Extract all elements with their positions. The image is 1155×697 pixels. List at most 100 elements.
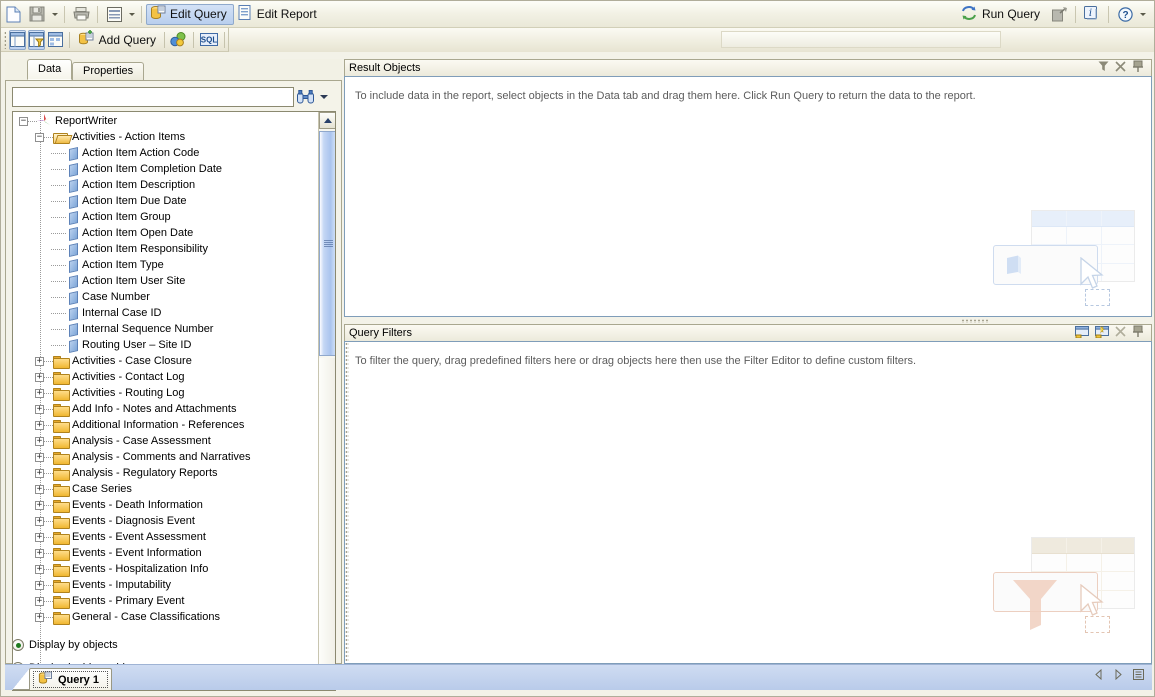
tree-node-folder[interactable]: + Analysis - Regulatory Reports: [13, 465, 318, 481]
tree-expander[interactable]: +: [35, 484, 44, 494]
tree-node-folder[interactable]: + Additional Information - References: [13, 417, 318, 433]
tree-node-object[interactable]: Action Item Description: [13, 177, 318, 193]
tree-node-folder[interactable]: + Events - Primary Event: [13, 593, 318, 609]
tree-node-folder[interactable]: + Events - Event Assessment: [13, 529, 318, 545]
tree-node-folder[interactable]: + Activities - Contact Log: [13, 369, 318, 385]
tree-expander[interactable]: +: [35, 596, 44, 606]
view-icon[interactable]: [103, 4, 125, 25]
tree-node-object[interactable]: Action Item User Site: [13, 273, 318, 289]
tree-node-folder[interactable]: + Events - Diagnosis Event: [13, 513, 318, 529]
query-filters-dropzone[interactable]: To filter the query, drag predefined fil…: [344, 341, 1152, 664]
tree-expander[interactable]: +: [35, 500, 44, 510]
tree-expander[interactable]: +: [35, 436, 44, 446]
show-query-filters-icon[interactable]: [28, 29, 46, 50]
pin-icon[interactable]: [1132, 325, 1145, 341]
close-query-icon[interactable]: [1048, 4, 1070, 25]
tree-expander[interactable]: +: [35, 564, 44, 574]
tab-data[interactable]: Data: [27, 59, 73, 80]
add-quick-filter-icon[interactable]: [1095, 324, 1109, 341]
tree-node-root[interactable]: − ReportWriter: [13, 113, 318, 129]
data-object-icon: [67, 259, 79, 271]
next-icon[interactable]: [1113, 668, 1124, 683]
chevron-down-icon[interactable]: [316, 87, 332, 107]
list-icon[interactable]: [1133, 669, 1144, 683]
tree-object-label: Internal Case ID: [82, 307, 162, 319]
scroll-up-button[interactable]: [319, 112, 335, 129]
tree-node-object[interactable]: Internal Sequence Number: [13, 321, 318, 337]
show-result-objects-icon[interactable]: [9, 29, 27, 50]
tree-node-folder[interactable]: + Add Info - Notes and Attachments: [13, 401, 318, 417]
info-icon[interactable]: i: [1081, 4, 1103, 25]
edit-query-button[interactable]: Edit Query: [146, 3, 234, 25]
previous-icon[interactable]: [1093, 668, 1104, 683]
tree-expander[interactable]: +: [35, 356, 44, 366]
binoculars-icon[interactable]: [294, 87, 316, 107]
tree-node-object[interactable]: Action Item Group: [13, 209, 318, 225]
tree-node-object[interactable]: Action Item Due Date: [13, 193, 318, 209]
tree-node-folder[interactable]: + Activities - Case Closure: [13, 353, 318, 369]
tree-node-folder[interactable]: − Activities - Action Items: [13, 129, 318, 145]
tree-expander[interactable]: +: [35, 548, 44, 558]
save-icon[interactable]: [26, 4, 48, 25]
tree-node-folder[interactable]: + Analysis - Case Assessment: [13, 433, 318, 449]
query-tab-query-1[interactable]: Query 1: [29, 668, 112, 690]
close-icon[interactable]: [1115, 61, 1126, 75]
pin-icon[interactable]: [1132, 60, 1145, 76]
tree-node-folder[interactable]: + Events - Imputability: [13, 577, 318, 593]
tab-properties[interactable]: Properties: [72, 62, 145, 80]
save-dropdown-arrow[interactable]: [49, 4, 60, 25]
tree-expander-root[interactable]: −: [19, 116, 28, 126]
tree-node-object[interactable]: Action Item Responsibility: [13, 241, 318, 257]
tree-expander[interactable]: +: [35, 516, 44, 526]
tree-node-folder[interactable]: + Case Series: [13, 481, 318, 497]
tree-expander[interactable]: +: [35, 420, 44, 430]
tree-node-folder[interactable]: + General - Case Classifications: [13, 609, 318, 625]
help-dropdown-arrow[interactable]: [1137, 4, 1148, 25]
scrollbar-track[interactable]: [319, 358, 335, 672]
tree-node-object[interactable]: Internal Case ID: [13, 305, 318, 321]
scrollbar-thumb[interactable]: [319, 131, 335, 356]
tree-expander[interactable]: +: [35, 452, 44, 462]
help-icon[interactable]: ?: [1114, 4, 1136, 25]
new-document-icon[interactable]: [2, 4, 24, 25]
tree-node-folder[interactable]: + Events - Death Information: [13, 497, 318, 513]
search-input[interactable]: [12, 87, 294, 107]
tree-expander[interactable]: +: [35, 372, 44, 382]
view-sql-icon[interactable]: SQL: [199, 30, 219, 50]
tree-expander[interactable]: +: [35, 388, 44, 398]
scope-of-analysis-icon[interactable]: [169, 30, 188, 50]
tree-node-folder[interactable]: + Activities - Routing Log: [13, 385, 318, 401]
tree-expander[interactable]: +: [35, 468, 44, 478]
tree-node-object[interactable]: Case Number: [13, 289, 318, 305]
add-filter-icon[interactable]: [1075, 325, 1089, 341]
tree-node-folder[interactable]: + Events - Hospitalization Info: [13, 561, 318, 577]
radio-display-by-objects[interactable]: Display by objects: [12, 635, 336, 655]
tree-node-folder[interactable]: + Events - Event Information: [13, 545, 318, 561]
show-data-preview-icon[interactable]: [47, 30, 64, 50]
print-icon[interactable]: [70, 4, 92, 25]
tree-expander-action-items[interactable]: −: [35, 132, 44, 142]
tree-node-object[interactable]: Action Item Action Code: [13, 145, 318, 161]
result-objects-dropzone[interactable]: To include data in the report, select ob…: [344, 76, 1152, 317]
filters-drag-handle[interactable]: [345, 342, 349, 663]
tree-node-object[interactable]: Action Item Open Date: [13, 225, 318, 241]
tree-node-object[interactable]: Routing User – Site ID: [13, 337, 318, 353]
close-icon[interactable]: [1115, 326, 1126, 340]
tree-expander[interactable]: +: [35, 404, 44, 414]
toolbar-drag-handle[interactable]: [4, 30, 7, 49]
edit-report-button[interactable]: Edit Report: [234, 4, 324, 25]
tree-expander[interactable]: +: [35, 532, 44, 542]
tree-node-object[interactable]: Action Item Type: [13, 257, 318, 273]
run-query-button[interactable]: Run Query: [957, 4, 1047, 25]
filter-icon[interactable]: [1098, 61, 1109, 75]
view-dropdown-arrow[interactable]: [126, 4, 137, 25]
tree-node-object[interactable]: Action Item Completion Date: [13, 161, 318, 177]
data-object-tree[interactable]: − ReportWriter − Activities - Action Items A…: [12, 111, 336, 691]
tree-expander[interactable]: +: [35, 580, 44, 590]
add-query-button[interactable]: Add Query: [75, 30, 159, 50]
toolbar-separator: [97, 5, 98, 23]
tree-node-folder[interactable]: + Analysis - Comments and Narratives: [13, 449, 318, 465]
tree-vertical-scrollbar[interactable]: [318, 112, 335, 690]
tree-expander[interactable]: +: [35, 612, 44, 622]
panel-splitter[interactable]: [961, 319, 989, 323]
